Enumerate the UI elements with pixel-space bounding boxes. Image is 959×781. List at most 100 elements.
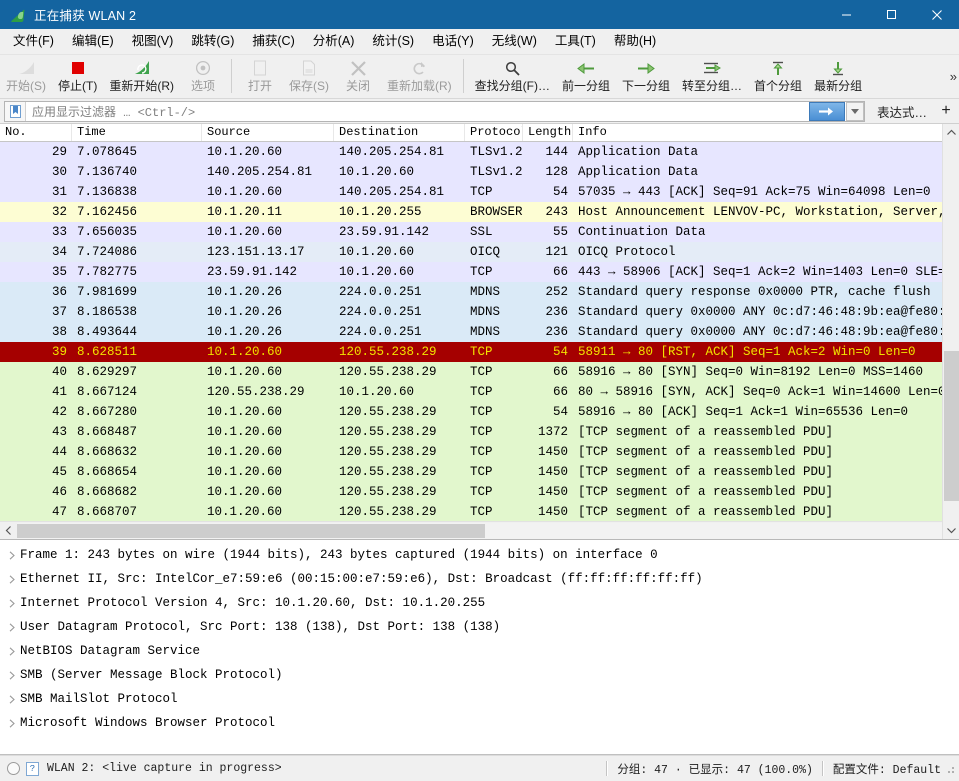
filter-expression-button[interactable]: 表达式…	[869, 100, 935, 123]
toolbar-button-go-to-packet[interactable]: 转至分组…	[676, 57, 748, 92]
detail-row[interactable]: Ethernet II, Src: IntelCor_e7:59:e6 (00:…	[0, 567, 959, 591]
col-source-header[interactable]: Source	[202, 124, 334, 141]
packet-details-pane[interactable]: Frame 1: 243 bytes on wire (1944 bits), …	[0, 540, 959, 755]
packet-row[interactable]: 34 7.724086 123.151.13.17 10.1.20.60 OICQ 121…	[0, 242, 959, 262]
packet-cell-no: 41	[51, 385, 67, 399]
packet-list-body[interactable]: 29 7.078645 10.1.20.60 140.205.254.81 TLSv1.…	[0, 142, 959, 521]
col-time-header[interactable]: Time	[72, 124, 202, 141]
packet-list-horizontal-scrollbar[interactable]	[0, 521, 959, 539]
menu-file[interactable]: 文件(F)	[4, 32, 63, 52]
menu-capture[interactable]: 捕获(C)	[243, 32, 303, 52]
menu-telephony[interactable]: 电话(Y)	[423, 32, 483, 52]
vscroll-thumb[interactable]	[943, 351, 959, 501]
packet-row[interactable]: 30 7.136740 140.205.254.81 10.1.20.60 TLSv1.…	[0, 162, 959, 182]
toolbar-button-next-packet[interactable]: 下一分组	[616, 57, 676, 92]
packet-cell-proto: MDNS	[470, 285, 501, 299]
hscroll-thumb[interactable]	[17, 523, 485, 538]
packet-row[interactable]: 37 8.186538 10.1.20.26 224.0.0.251 MDNS 236 St…	[0, 302, 959, 322]
toolbar-overflow-button[interactable]: »	[950, 69, 957, 84]
expert-info-icon[interactable]	[7, 762, 20, 775]
packet-row[interactable]: 40 8.629297 10.1.20.60 120.55.238.29 TCP 66 58…	[0, 362, 959, 382]
toolbar-button-previous-packet[interactable]: 前一分组	[556, 57, 616, 92]
toolbar-button-last-packet[interactable]: 最新分组	[808, 57, 868, 92]
packet-cell-proto: TCP	[470, 485, 493, 499]
expand-arrow-icon[interactable]	[4, 622, 20, 632]
capture-comment-icon[interactable]: ?	[26, 761, 39, 776]
minimize-button[interactable]	[824, 0, 869, 29]
col-destination-header[interactable]: Destination	[334, 124, 465, 141]
expand-arrow-icon[interactable]	[4, 718, 20, 728]
packet-row[interactable]: 33 7.656035 10.1.20.60 23.59.91.142 SSL 55 Con…	[0, 222, 959, 242]
chevron-up-icon[interactable]	[943, 124, 959, 141]
add-filter-button[interactable]: +	[935, 103, 957, 119]
packet-cell-no: 37	[51, 305, 67, 319]
menu-wireless[interactable]: 无线(W)	[483, 32, 546, 52]
toolbar-button-restart-capture[interactable]: 重新开始(R)	[103, 57, 180, 92]
toolbar-button-first-packet[interactable]: 首个分组	[748, 57, 808, 92]
maximize-button[interactable]	[869, 0, 914, 29]
chevron-left-icon[interactable]	[0, 522, 17, 539]
profile-text[interactable]: 配置文件: Default	[831, 761, 943, 777]
menu-statistics[interactable]: 统计(S)	[363, 32, 423, 52]
expand-arrow-icon[interactable]	[4, 550, 20, 560]
detail-row[interactable]: SMB MailSlot Protocol	[0, 687, 959, 711]
packet-row[interactable]: 46 8.668682 10.1.20.60 120.55.238.29 TCP 1450…	[0, 482, 959, 502]
menu-view[interactable]: 视图(V)	[123, 32, 183, 52]
packet-cell-info: 57035 → 443 [ACK] Seq=91 Ack=75 Win=6409…	[578, 185, 931, 199]
packet-list-vertical-scrollbar[interactable]	[942, 124, 959, 539]
menu-analyze[interactable]: 分析(A)	[304, 32, 364, 52]
toolbar-button-stop-capture[interactable]: 停止(T)	[52, 57, 103, 92]
packet-row[interactable]: 41 8.667124 120.55.238.29 10.1.20.60 TCP 66 80…	[0, 382, 959, 402]
menu-help[interactable]: 帮助(H)	[605, 32, 665, 52]
expand-arrow-icon[interactable]	[4, 670, 20, 680]
col-length-header[interactable]: Length	[523, 124, 573, 141]
detail-row[interactable]: Internet Protocol Version 4, Src: 10.1.2…	[0, 591, 959, 615]
packet-row[interactable]: 47 8.668707 10.1.20.60 120.55.238.29 TCP 1450…	[0, 502, 959, 521]
vscroll-track[interactable]	[943, 141, 959, 522]
packet-row[interactable]: 44 8.668632 10.1.20.60 120.55.238.29 TCP 1450…	[0, 442, 959, 462]
packet-row[interactable]: 36 7.981699 10.1.20.26 224.0.0.251 MDNS 252 St…	[0, 282, 959, 302]
packet-row[interactable]: 32 7.162456 10.1.20.11 10.1.20.255 BROWSER 24…	[0, 202, 959, 222]
packet-row[interactable]: 45 8.668654 10.1.20.60 120.55.238.29 TCP 1450…	[0, 462, 959, 482]
packet-row[interactable]: 38 8.493644 10.1.20.26 224.0.0.251 MDNS 236 St…	[0, 322, 959, 342]
packet-row[interactable]: 39 8.628511 10.1.20.60 120.55.238.29 TCP 54 58…	[0, 342, 959, 362]
col-info-header[interactable]: Info	[573, 124, 959, 141]
detail-row[interactable]: User Datagram Protocol, Src Port: 138 (1…	[0, 615, 959, 639]
detail-row[interactable]: NetBIOS Datagram Service	[0, 639, 959, 663]
filter-bookmark-icon[interactable]	[5, 101, 26, 121]
packet-row[interactable]: 42 8.667280 10.1.20.60 120.55.238.29 TCP 54 58…	[0, 402, 959, 422]
display-filter-input[interactable]: 应用显示过滤器 … <Ctrl-/>	[4, 100, 865, 122]
detail-row[interactable]: SMB (Server Message Block Protocol)	[0, 663, 959, 687]
hscroll-track[interactable]	[17, 522, 942, 539]
packet-cell-proto: TCP	[470, 505, 493, 519]
menu-go[interactable]: 跳转(G)	[182, 32, 243, 52]
detail-row-text: Internet Protocol Version 4, Src: 10.1.2…	[20, 596, 486, 610]
packet-row[interactable]: 35 7.782775 23.59.91.142 10.1.20.60 TCP 66 443…	[0, 262, 959, 282]
packet-row[interactable]: 31 7.136838 10.1.20.60 140.205.254.81 TCP 54 5…	[0, 182, 959, 202]
packet-cell-proto: SSL	[470, 225, 493, 239]
col-protocol-header[interactable]: Protocol	[465, 124, 523, 141]
toolbar-button-label: 下一分组	[622, 79, 671, 93]
packet-cell-info: 80 → 58916 [SYN, ACK] Seq=0 Ack=1 Win=14…	[578, 385, 946, 399]
filter-history-dropdown[interactable]	[845, 101, 864, 121]
start-capture-icon	[15, 58, 37, 78]
packet-cell-src: 10.1.20.60	[207, 145, 283, 159]
toolbar-button-find-packet[interactable]: 查找分组(F)…	[469, 57, 556, 92]
detail-row[interactable]: Frame 1: 243 bytes on wire (1944 bits), …	[0, 543, 959, 567]
detail-row-text: SMB (Server Message Block Protocol)	[20, 668, 283, 682]
packet-row[interactable]: 29 7.078645 10.1.20.60 140.205.254.81 TLSv1.…	[0, 142, 959, 162]
apply-filter-arrow-icon[interactable]	[808, 101, 845, 121]
expand-arrow-icon[interactable]	[4, 646, 20, 656]
chevron-down-icon[interactable]	[943, 522, 959, 539]
expand-arrow-icon[interactable]	[4, 694, 20, 704]
expand-arrow-icon[interactable]	[4, 574, 20, 584]
detail-row[interactable]: Microsoft Windows Browser Protocol	[0, 711, 959, 735]
resize-grip-icon[interactable]	[943, 762, 957, 776]
menu-tools[interactable]: 工具(T)	[546, 32, 605, 52]
expand-arrow-icon[interactable]	[4, 598, 20, 608]
close-button[interactable]	[914, 0, 959, 29]
col-no-header[interactable]: No.	[0, 124, 72, 141]
packet-row[interactable]: 43 8.668487 10.1.20.60 120.55.238.29 TCP 1372…	[0, 422, 959, 442]
packet-cell-src: 120.55.238.29	[207, 385, 305, 399]
menu-edit[interactable]: 编辑(E)	[63, 32, 123, 52]
